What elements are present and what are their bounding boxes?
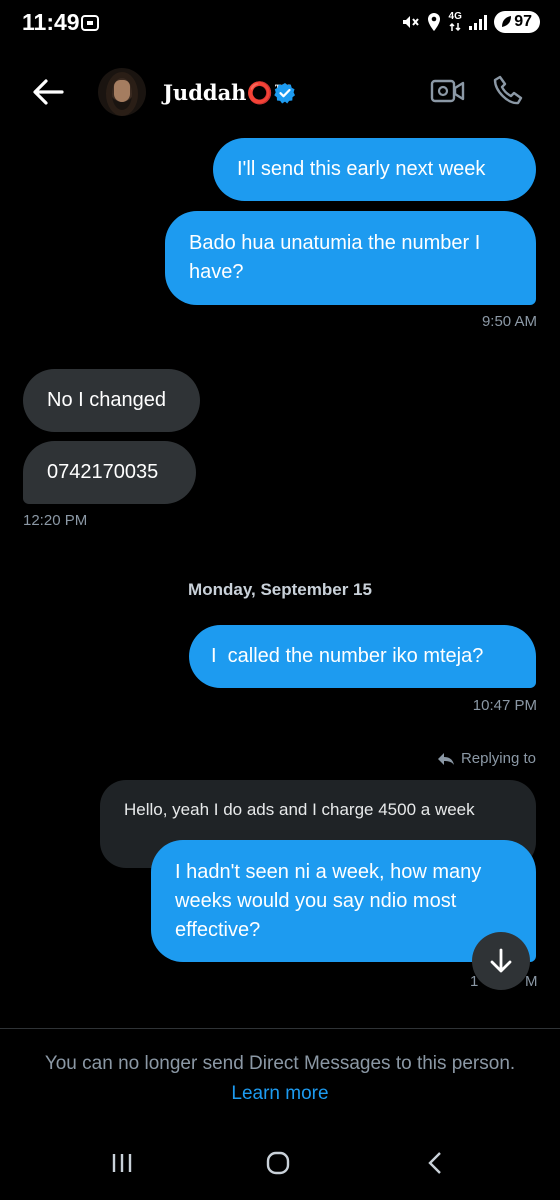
leaf-icon bbox=[502, 16, 512, 27]
message-sent[interactable]: Bado hua unatumia the number I have? bbox=[165, 211, 536, 305]
footer-divider bbox=[0, 1028, 560, 1029]
message-text: 0742170035 bbox=[47, 461, 159, 483]
dm-restricted-notice: You can no longer send Direct Messages t… bbox=[44, 1053, 516, 1074]
status-time: 11:49 bbox=[22, 9, 80, 35]
data-arrows-icon bbox=[449, 22, 461, 32]
message-text: No I changed bbox=[47, 389, 166, 411]
message-text: I hadn't seen ni a week, how many weeks … bbox=[175, 861, 482, 941]
timestamp: 10:47 PM bbox=[472, 697, 537, 714]
date-separator: Monday, September 15 bbox=[188, 580, 372, 599]
video-call-icon[interactable] bbox=[430, 76, 466, 106]
battery-indicator: 97 bbox=[494, 11, 540, 33]
message-received[interactable]: 0742170035 bbox=[23, 441, 196, 504]
phone-icon[interactable] bbox=[492, 74, 524, 108]
mute-icon bbox=[403, 16, 419, 28]
recents-icon[interactable] bbox=[110, 1152, 134, 1174]
status-bar: 11:49 4G 97 bbox=[0, 0, 560, 50]
message-received[interactable]: No I changed bbox=[23, 369, 200, 432]
replying-to-text: Replying to bbox=[460, 750, 536, 767]
message-text: I'll send this early next week bbox=[237, 158, 486, 180]
system-nav-bar bbox=[0, 1140, 560, 1186]
location-icon bbox=[428, 13, 441, 31]
message-text: I called the number iko mteja? bbox=[211, 645, 484, 667]
learn-more-link[interactable]: Learn more bbox=[0, 1083, 560, 1105]
quoted-text: Hello, yeah I do ads and I charge 4500 a… bbox=[124, 800, 475, 819]
timestamp: 12:20 PM bbox=[23, 512, 88, 529]
reply-arrow-icon bbox=[437, 752, 454, 765]
network-indicator: 4G bbox=[448, 12, 462, 32]
timestamp-partial-right: M bbox=[525, 973, 538, 990]
verified-badge-icon bbox=[274, 83, 295, 104]
replying-to-label: Replying to bbox=[437, 750, 536, 767]
home-icon[interactable] bbox=[266, 1151, 290, 1175]
network-label: 4G bbox=[448, 11, 462, 22]
timestamp: 9:50 AM bbox=[481, 313, 537, 330]
message-sent[interactable]: I'll send this early next week bbox=[213, 138, 536, 201]
message-text: Bado hua unatumia the number I have? bbox=[189, 232, 481, 283]
arrow-down-icon bbox=[490, 948, 512, 973]
screenshot-icon bbox=[81, 15, 99, 31]
dm-screen: 11:49 4G 97 Juddah⭕™ I'll send this earl… bbox=[0, 0, 560, 1200]
back-nav-icon[interactable] bbox=[426, 1151, 444, 1175]
back-arrow-icon[interactable] bbox=[28, 74, 68, 110]
signal-icon bbox=[469, 15, 488, 30]
conversation-header: Juddah⭕™ bbox=[0, 60, 560, 124]
status-icons: 4G 97 bbox=[400, 11, 540, 33]
battery-level: 97 bbox=[514, 13, 532, 30]
message-sent[interactable]: I called the number iko mteja? bbox=[189, 625, 536, 688]
scroll-to-bottom-button[interactable] bbox=[472, 932, 530, 990]
avatar[interactable] bbox=[98, 68, 146, 116]
